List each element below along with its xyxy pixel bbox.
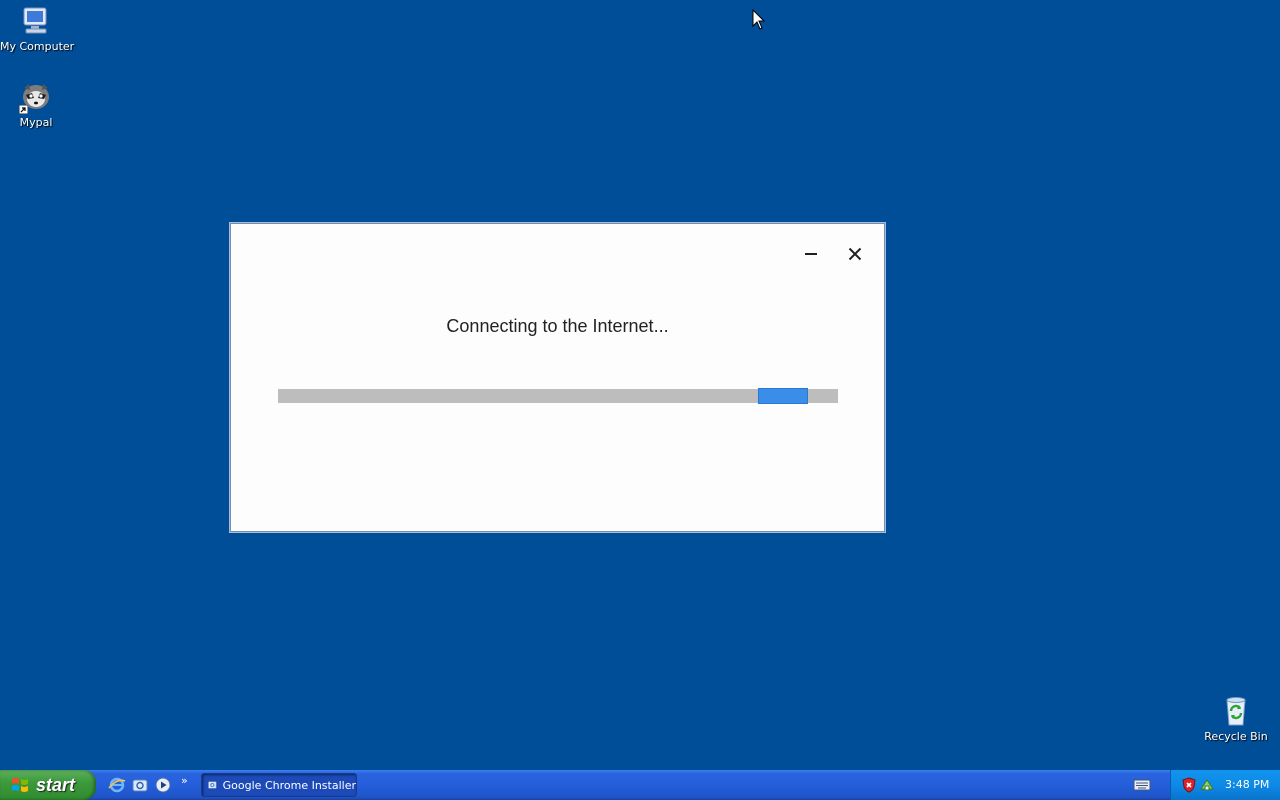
chrome-installer-dialog: Connecting to the Internet... [230, 223, 885, 532]
system-tray: 3:48 PM [1170, 770, 1280, 800]
start-label: start [36, 774, 76, 795]
my-computer-icon [19, 4, 53, 38]
desktop-icon-mypal[interactable]: Mypal [0, 80, 72, 129]
taskbar-button-chrome-installer[interactable]: Google Chrome Installer [201, 773, 357, 797]
desktop-icon-label: My Computer [0, 40, 75, 53]
quick-launch-overflow[interactable]: » [181, 774, 188, 787]
windows-flag-icon [12, 778, 28, 792]
internet-explorer-icon[interactable] [108, 776, 126, 794]
recycle-bin-icon [1219, 694, 1253, 728]
desktop-icon-my-computer[interactable]: My Computer [0, 4, 75, 53]
shortcut-arrow-icon [19, 105, 28, 114]
taskbar: start » Google Chrome Installer 3:48 PM [0, 770, 1280, 800]
close-icon [848, 247, 862, 261]
mouse-pointer-icon [752, 9, 766, 30]
media-player-icon[interactable] [154, 776, 172, 794]
progress-bar [278, 388, 838, 404]
security-shield-icon[interactable] [1181, 777, 1197, 793]
network-icon[interactable] [1199, 777, 1215, 793]
desktop-icon-label: Mypal [19, 116, 53, 129]
desktop-icon-label: Recycle Bin [1204, 730, 1268, 743]
start-button[interactable]: start [0, 770, 96, 800]
close-button[interactable] [841, 240, 869, 268]
desktop-icon-recycle-bin[interactable]: Recycle Bin [1200, 694, 1272, 743]
keyboard-icon[interactable] [1133, 778, 1151, 792]
progress-indicator [758, 388, 808, 404]
mail-icon[interactable] [131, 776, 149, 794]
minimize-icon [805, 253, 817, 255]
status-message: Connecting to the Internet... [446, 316, 669, 336]
minimize-button[interactable] [797, 240, 825, 268]
taskbar-button-label: Google Chrome Installer [222, 778, 356, 792]
mypal-raccoon-icon [19, 80, 53, 114]
chrome-installer-icon [208, 781, 217, 789]
clock[interactable]: 3:48 PM [1225, 778, 1269, 791]
